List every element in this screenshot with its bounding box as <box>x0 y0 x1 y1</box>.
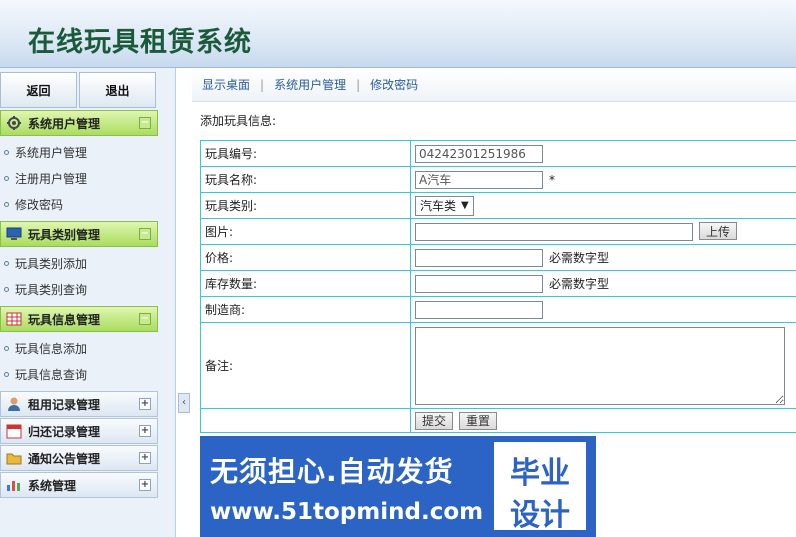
banner-url: www.51topmind.com <box>210 499 484 525</box>
logout-button[interactable]: 退出 <box>79 72 156 108</box>
remark-textarea[interactable] <box>415 326 785 405</box>
toy-name-input[interactable] <box>415 170 543 189</box>
bullet-icon <box>4 260 9 266</box>
field-label: 价格: <box>200 244 411 271</box>
banner-slogan: 无须担心.自动发货 <box>210 455 454 488</box>
field-label: 制造商: <box>200 296 411 323</box>
sidebar-group-toy-category[interactable]: 玩具类别管理 − <box>0 221 158 247</box>
sidebar-group-label: 玩具类别管理 <box>28 227 101 242</box>
sidebar-group-label: 玩具信息管理 <box>28 312 101 327</box>
bullet-icon <box>4 149 9 155</box>
sidebar-item-change-password[interactable]: 修改密码 <box>0 193 158 215</box>
sidebar-item-toy-query[interactable]: 玩具信息查询 <box>0 363 158 385</box>
sidebar-group-system-users[interactable]: 系统用户管理 − <box>0 110 158 136</box>
sidebar-item-category-add[interactable]: 玩具类别添加 <box>0 252 158 274</box>
field-label: 玩具编号: <box>200 140 411 167</box>
folder-icon <box>5 450 23 466</box>
chart-icon <box>5 477 23 493</box>
field-label: 玩具类别: <box>200 192 411 219</box>
breadcrumb-desktop[interactable]: 显示桌面 <box>202 76 250 93</box>
sidebar-group-system-admin[interactable]: 系统管理 + <box>0 472 158 498</box>
sidebar-group-return-records[interactable]: 归还记录管理 + <box>0 418 158 444</box>
sidebar-group-notices[interactable]: 通知公告管理 + <box>0 445 158 471</box>
sidebar-item-category-query[interactable]: 玩具类别查询 <box>0 278 158 300</box>
sidebar: 返回 退出 系统用户管理 − 系统用户管理 注册用户管理 修改密码 玩具类别管理… <box>0 68 176 537</box>
group-toggle-icon[interactable]: + <box>139 398 151 410</box>
bullet-icon <box>4 175 9 181</box>
price-input[interactable] <box>415 248 543 267</box>
bullet-icon <box>4 201 9 207</box>
sidebar-group-rental-records[interactable]: 租用记录管理 + <box>0 391 158 417</box>
sidebar-item-system-user-manage[interactable]: 系统用户管理 <box>0 141 158 163</box>
numeric-hint: 必需数字型 <box>549 250 610 265</box>
sidebar-collapse-handle[interactable]: ‹ <box>178 393 190 413</box>
group-toggle-icon[interactable]: + <box>139 425 151 437</box>
breadcrumb-system-users[interactable]: 系统用户管理 <box>274 76 346 93</box>
gear-icon <box>5 115 23 131</box>
calendar-icon <box>5 423 23 439</box>
toy-no-input[interactable] <box>415 144 543 163</box>
breadcrumb: 显示桌面 | 系统用户管理 | 修改密码 <box>192 68 796 102</box>
reset-button[interactable]: 重置 <box>459 411 498 430</box>
user-icon <box>5 396 23 412</box>
group-toggle-icon[interactable]: − <box>139 228 151 240</box>
stock-input[interactable] <box>415 274 543 293</box>
toy-category-select[interactable]: 汽车类 ▼ <box>415 195 474 216</box>
add-toy-form: 玩具编号: 玩具名称: * 玩具类别: 汽车类▼ 图片: 上传 价格: 必需数字… <box>200 140 796 433</box>
form-section-title: 添加玩具信息: <box>200 114 277 128</box>
sidebar-group-label: 通知公告管理 <box>28 451 101 466</box>
sidebar-group-toy-info[interactable]: 玩具信息管理 − <box>0 306 158 332</box>
submit-button[interactable]: 提交 <box>415 411 454 430</box>
app-title: 在线玩具租赁系统 <box>28 27 252 58</box>
sidebar-item-toy-add[interactable]: 玩具信息添加 <box>0 337 158 359</box>
banner-badge: 毕业 设计 <box>492 440 588 533</box>
group-toggle-icon[interactable]: + <box>139 452 151 464</box>
maker-input[interactable] <box>415 300 543 319</box>
chevron-down-icon: ▼ <box>461 200 469 211</box>
back-button[interactable]: 返回 <box>0 72 77 108</box>
field-label: 图片: <box>200 218 411 245</box>
monitor-icon <box>5 226 23 242</box>
bullet-icon <box>4 345 9 351</box>
app-header: 在线玩具租赁系统 <box>0 0 796 68</box>
table-icon <box>5 311 23 327</box>
image-path-input[interactable] <box>415 222 693 241</box>
group-toggle-icon[interactable]: + <box>139 479 151 491</box>
sidebar-group-label: 租用记录管理 <box>28 397 101 412</box>
group-toggle-icon[interactable]: − <box>139 313 151 325</box>
sidebar-group-label: 归还记录管理 <box>28 424 101 439</box>
field-label: 库存数量: <box>200 270 411 297</box>
sidebar-group-label: 系统管理 <box>28 478 77 493</box>
bullet-icon <box>4 371 9 377</box>
upload-button[interactable]: 上传 <box>699 222 738 241</box>
sidebar-top-buttons: 返回 退出 <box>0 72 158 110</box>
required-mark: * <box>549 173 555 187</box>
watermark-banner: 无须担心.自动发货 www.51topmind.com 毕业 设计 <box>200 436 596 537</box>
sidebar-group-label: 系统用户管理 <box>28 116 101 131</box>
field-label: 备注: <box>200 322 411 409</box>
group-toggle-icon[interactable]: − <box>139 117 151 129</box>
bullet-icon <box>4 286 9 292</box>
numeric-hint: 必需数字型 <box>549 276 610 291</box>
breadcrumb-change-password[interactable]: 修改密码 <box>370 76 418 93</box>
field-label: 玩具名称: <box>200 166 411 193</box>
sidebar-item-registered-users[interactable]: 注册用户管理 <box>0 167 158 189</box>
